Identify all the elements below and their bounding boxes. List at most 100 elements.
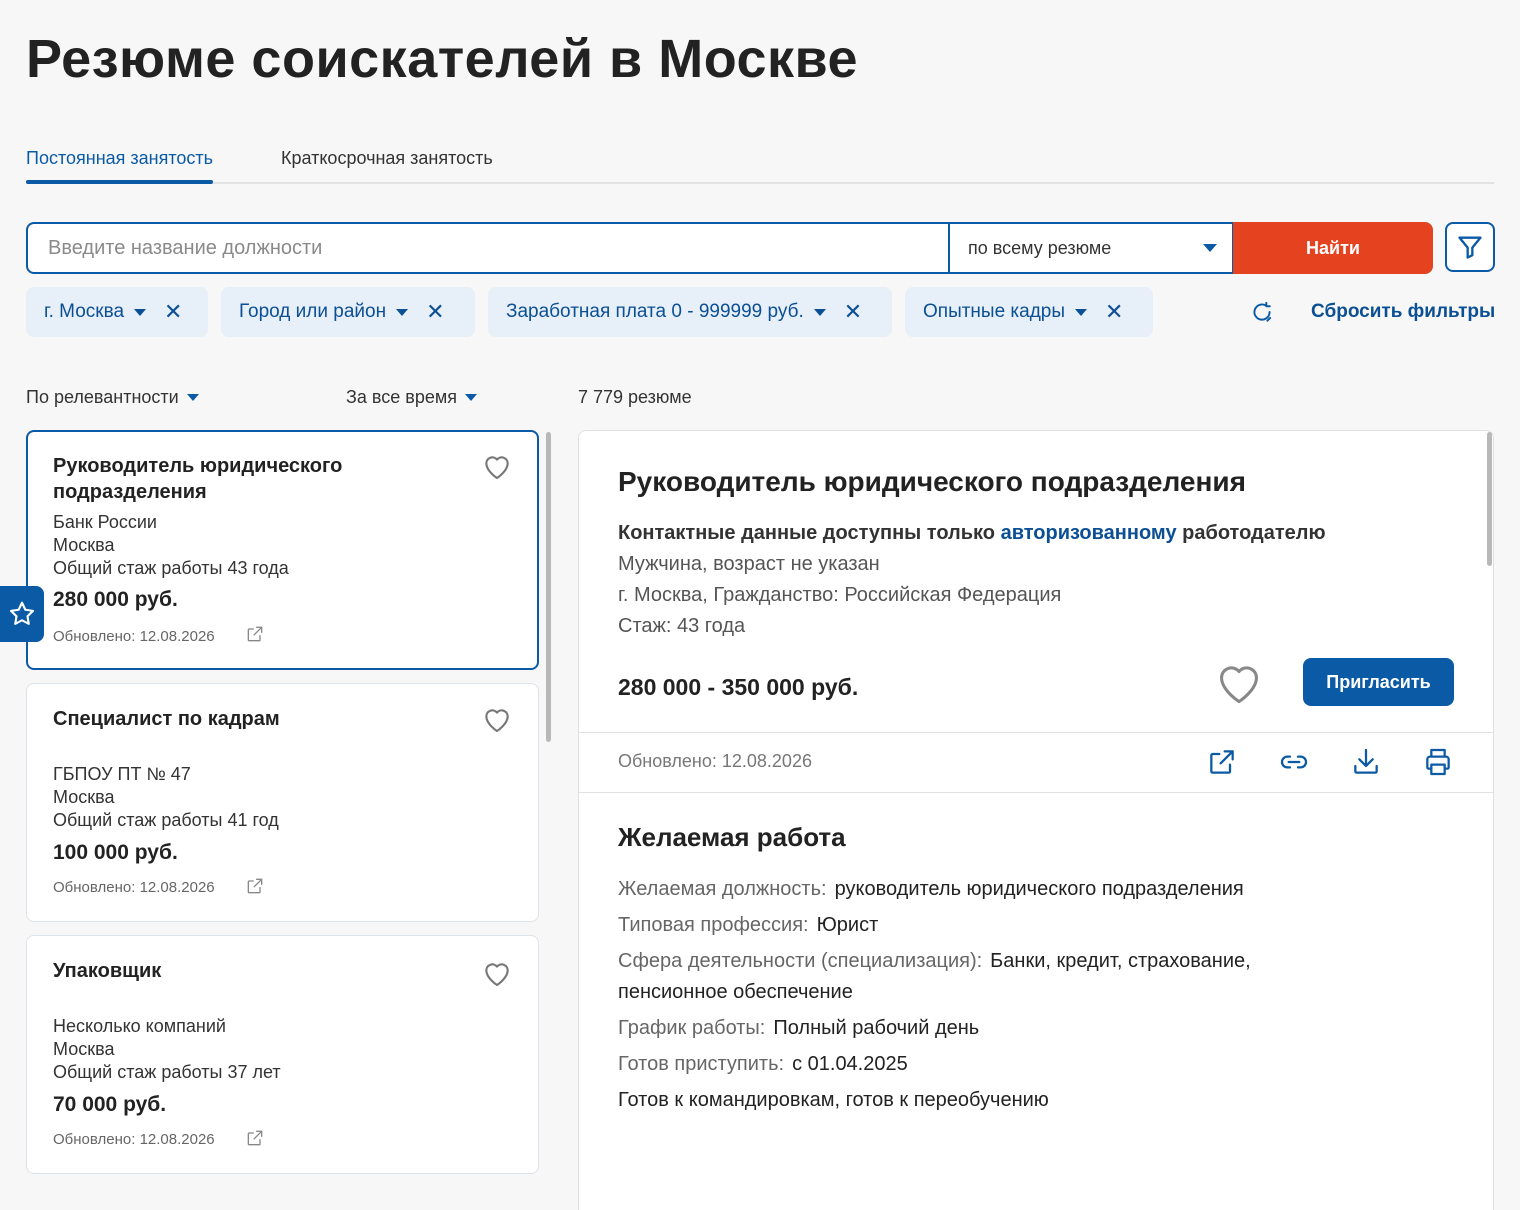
heart-icon[interactable] [481, 704, 513, 734]
period-label: За все время [346, 387, 457, 407]
list-scrollbar[interactable] [546, 432, 551, 742]
field-value: Банки, кредит, страхование, [990, 950, 1251, 972]
results-count: 7 779 резюме [578, 387, 692, 407]
resume-card-company: ГБПОУ ПТ № 47 [53, 764, 191, 784]
filter-chip-label: г. Москва [44, 301, 125, 322]
reset-filters-link[interactable]: Сбросить фильтры [1311, 301, 1495, 323]
detail-scrollbar[interactable] [1487, 432, 1492, 566]
resume-card-company: Банк России [53, 512, 157, 532]
link-icon[interactable] [1278, 746, 1310, 778]
print-icon[interactable] [1422, 746, 1454, 778]
filter-icon [1458, 236, 1482, 259]
field-label: Готов приступить: [618, 1053, 785, 1075]
field-value: руководитель юридического подразделения [834, 878, 1244, 900]
readiness-row: Готов к командировкам, готов к переобуче… [618, 1085, 1049, 1116]
sphere-row-continued: пенсионное обеспечение [618, 977, 853, 1008]
contact-notice-prefix: Контактные данные доступны только [618, 522, 996, 544]
field-label: Желаемая должность: [618, 878, 827, 900]
resume-card-experience: Общий стаж работы 41 год [53, 810, 279, 830]
search-scope-select[interactable]: по всему резюме [948, 224, 1234, 272]
resume-card-title: Упаковщик [53, 960, 162, 982]
sort-order-label: По релевантности [26, 387, 179, 407]
divider [579, 792, 1493, 793]
field-value: пенсионное обеспечение [618, 981, 853, 1003]
heart-icon[interactable] [1212, 658, 1266, 706]
field-value: Полный рабочий день [773, 1017, 980, 1039]
employment-tabs: Постоянная занятость Краткосрочная занят… [26, 132, 1494, 184]
external-link-icon[interactable] [245, 876, 265, 896]
heart-icon[interactable] [481, 958, 513, 988]
chevron-down-icon [813, 308, 826, 316]
sort-order-dropdown[interactable]: По релевантности [26, 387, 199, 408]
resume-card-experience: Общий стаж работы 37 лет [53, 1062, 281, 1082]
find-button[interactable]: Найти [1233, 222, 1433, 274]
advanced-filter-button[interactable] [1445, 222, 1495, 272]
detail-salary: 280 000 - 350 000 руб. [618, 674, 859, 700]
resume-card-city: Москва [53, 787, 115, 807]
chevron-down-icon [1203, 244, 1217, 252]
favorites-tab[interactable] [0, 586, 44, 642]
filter-chip-salary[interactable]: Заработная плата 0 - 999999 руб. ✕ [488, 287, 892, 337]
period-dropdown[interactable]: За все время [346, 387, 477, 408]
close-icon[interactable]: ✕ [1105, 301, 1123, 323]
external-link-icon[interactable] [245, 624, 265, 644]
chevron-down-icon [134, 308, 147, 316]
resume-card-salary: 280 000 руб. [53, 588, 178, 611]
close-icon[interactable]: ✕ [426, 301, 444, 323]
invite-button[interactable]: Пригласить [1303, 658, 1454, 706]
resume-card-city: Москва [53, 1039, 115, 1059]
search-input[interactable] [28, 224, 948, 272]
authorized-employer-link[interactable]: авторизованному [1001, 522, 1177, 544]
profession-row: Типовая профессия: Юрист [618, 910, 878, 941]
resume-card[interactable]: Руководитель юридического подразделения … [26, 430, 539, 670]
detail-updated: Обновлено: 12.08.2026 [618, 751, 812, 771]
star-icon [9, 601, 35, 625]
resume-card-company: Несколько компаний [53, 1016, 226, 1036]
filter-chip-experienced[interactable]: Опытные кадры ✕ [905, 287, 1153, 337]
resume-card-updated: Обновлено: 12.08.2026 [53, 879, 215, 896]
resume-card-city: Москва [53, 535, 115, 555]
close-icon[interactable]: ✕ [844, 301, 862, 323]
download-icon[interactable] [1350, 746, 1382, 778]
resume-card-title: Руководитель юридического подразделения [53, 455, 343, 503]
desired-position-row: Желаемая должность: руководитель юридичес… [618, 874, 1244, 905]
field-value: Готов к командировкам, готов к переобуче… [618, 1089, 1049, 1111]
filter-chip-label: Опытные кадры [923, 301, 1066, 322]
divider [579, 732, 1493, 733]
field-label: Сфера деятельности (специализация): [618, 950, 983, 972]
resume-card-experience: Общий стаж работы 43 года [53, 558, 289, 578]
desired-work-heading: Желаемая работа [618, 822, 846, 852]
chevron-down-icon [186, 394, 199, 401]
resume-card-title: Специалист по кадрам [53, 708, 280, 730]
field-value: Юрист [816, 914, 879, 936]
schedule-row: График работы: Полный рабочий день [618, 1013, 979, 1044]
filter-chip-district[interactable]: Город или район ✕ [221, 287, 475, 337]
close-icon[interactable]: ✕ [164, 301, 182, 323]
tab-permanent[interactable]: Постоянная занятость [26, 148, 214, 184]
open-new-window-icon[interactable] [1206, 746, 1238, 778]
detail-title: Руководитель юридического подразделения [618, 466, 1246, 497]
detail-experience: Стаж: 43 года [618, 615, 746, 637]
page-title: Резюме соискателей в Москве [26, 29, 859, 89]
tab-short-term[interactable]: Краткосрочная занятость [281, 148, 493, 169]
search-bar: по всему резюме [26, 222, 1234, 274]
resume-card[interactable]: Специалист по кадрам ГБПОУ ПТ № 47 Москв… [26, 683, 539, 922]
detail-gender-age: Мужчина, возраст не указан [618, 553, 880, 575]
resume-card[interactable]: Упаковщик Несколько компаний Москва Общи… [26, 935, 539, 1174]
chevron-down-icon [1075, 308, 1088, 316]
resume-card-salary: 70 000 руб. [53, 1093, 167, 1116]
resume-card-salary: 100 000 руб. [53, 841, 178, 864]
heart-icon[interactable] [481, 451, 513, 481]
external-link-icon[interactable] [245, 1128, 265, 1148]
reset-icon[interactable] [1249, 299, 1275, 325]
resume-card-updated: Обновлено: 12.08.2026 [53, 1131, 215, 1148]
field-label: Типовая профессия: [618, 914, 809, 936]
contact-notice-suffix: работодателю [1182, 522, 1326, 544]
filter-chip-city[interactable]: г. Москва ✕ [26, 287, 208, 337]
filter-chip-label: Город или район [239, 301, 387, 322]
field-value: с 01.04.2025 [792, 1053, 908, 1075]
sphere-row: Сфера деятельности (специализация): Банки… [618, 946, 1251, 977]
chevron-down-icon [464, 394, 477, 401]
contact-notice: Контактные данные доступны только автори… [618, 522, 1326, 545]
detail-location: г. Москва, Гражданство: Российская Федер… [618, 584, 1062, 606]
